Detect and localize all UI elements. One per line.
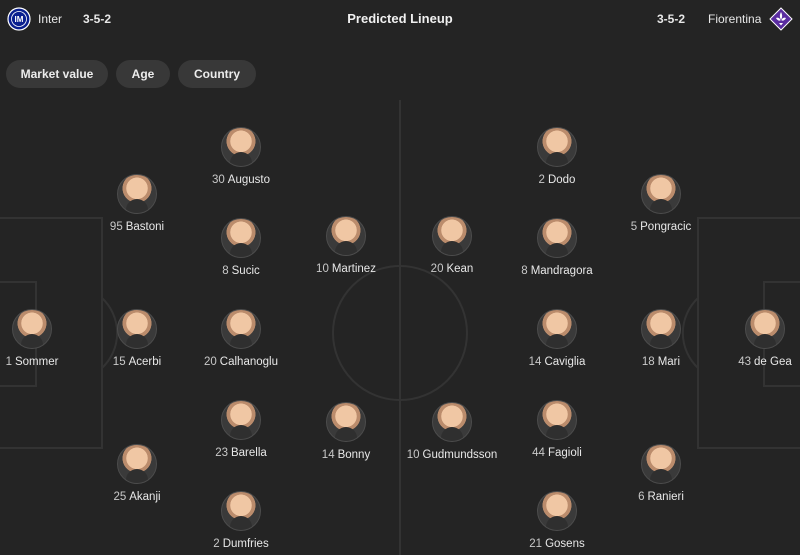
player-avatar xyxy=(641,174,681,214)
player-name: Gudmundsson xyxy=(422,449,498,461)
player-number: 2 xyxy=(213,538,220,550)
player-avatar xyxy=(326,216,366,256)
player-avatar xyxy=(537,127,577,167)
player-number: 6 xyxy=(638,491,645,503)
player-name: Acerbi xyxy=(128,356,162,368)
player-avatar xyxy=(745,309,785,349)
player-number: 30 xyxy=(212,174,225,186)
player-avatar xyxy=(641,444,681,484)
player-name: Caviglia xyxy=(544,356,586,368)
player-number: 20 xyxy=(204,356,217,368)
player-name: Bastoni xyxy=(125,221,165,233)
player-name: Gosens xyxy=(545,538,585,550)
player-number: 95 xyxy=(109,221,123,233)
player-avatar xyxy=(537,309,577,349)
player-number: 10 xyxy=(316,263,329,275)
player-label: 10 Gudmundsson xyxy=(387,449,517,461)
player-card[interactable]: 20 Calhanoglu xyxy=(176,309,306,368)
player-name: Mandragora xyxy=(530,265,593,277)
player-number: 1 xyxy=(5,356,12,368)
player-name: Dodo xyxy=(547,174,576,186)
pitch: 1 Sommer 95 Bastoni 15 Acerbi 25 Akanji 30 Au… xyxy=(0,100,800,555)
player-name: Sommer xyxy=(14,356,59,368)
player-avatar xyxy=(432,216,472,256)
player-number: 15 xyxy=(112,356,126,368)
player-label: 14 Caviglia xyxy=(492,356,622,368)
player-avatar xyxy=(537,218,577,258)
player-label: 2 Dumfries xyxy=(176,538,306,550)
player-card[interactable]: 20 Kean xyxy=(387,216,517,275)
player-avatar xyxy=(326,402,366,442)
player-avatar xyxy=(117,174,157,214)
player-avatar xyxy=(221,400,261,440)
market-value-filter[interactable]: Market value xyxy=(6,60,108,88)
player-number: 43 xyxy=(738,356,752,368)
player-card[interactable]: 14 Caviglia xyxy=(492,309,622,368)
player-number: 2 xyxy=(538,174,545,186)
player-number: 8 xyxy=(222,265,229,277)
player-avatar xyxy=(117,444,157,484)
player-avatar xyxy=(221,127,261,167)
player-avatar xyxy=(432,402,472,442)
player-name: Pongracic xyxy=(640,221,692,233)
player-avatar xyxy=(221,309,261,349)
player-number: 14 xyxy=(528,356,542,368)
player-name: Ranieri xyxy=(647,491,684,503)
player-number: 25 xyxy=(113,491,127,503)
player-label: 21 Gosens xyxy=(492,538,622,550)
player-card[interactable]: 2 Dodo xyxy=(492,127,622,186)
player-card[interactable]: 2 Dumfries xyxy=(176,491,306,550)
player-name: Mari xyxy=(657,356,681,368)
player-avatar xyxy=(12,309,52,349)
player-name: Bonny xyxy=(337,449,371,461)
player-name: Augusto xyxy=(227,174,270,186)
player-avatar xyxy=(537,400,577,440)
player-number: 44 xyxy=(532,447,545,459)
player-card[interactable]: 10 Gudmundsson xyxy=(387,402,517,461)
player-label: 30 Augusto xyxy=(176,174,306,186)
player-name: Barella xyxy=(230,447,267,459)
player-name: Dumfries xyxy=(222,538,269,550)
player-name: Martinez xyxy=(331,263,376,275)
player-name: Fagioli xyxy=(547,447,582,459)
player-number: 23 xyxy=(215,447,228,459)
player-name: Sucic xyxy=(231,265,260,277)
player-label: 20 Calhanoglu xyxy=(176,356,306,368)
player-avatar xyxy=(221,218,261,258)
player-number: 20 xyxy=(430,263,444,275)
player-label: 2 Dodo xyxy=(492,174,622,186)
player-label: 20 Kean xyxy=(387,263,517,275)
player-number: 8 xyxy=(521,265,528,277)
player-card[interactable]: 21 Gosens xyxy=(492,491,622,550)
player-avatar xyxy=(537,491,577,531)
player-name: Akanji xyxy=(129,491,161,503)
player-number: 14 xyxy=(321,449,335,461)
fiorentina-lily-icon[interactable] xyxy=(769,7,793,31)
lineup-header: IM Inter 3-5-2 Predicted Lineup 3-5-2 Fi… xyxy=(0,0,800,40)
player-name: Calhanoglu xyxy=(219,356,278,368)
player-avatar xyxy=(221,491,261,531)
age-filter[interactable]: Age xyxy=(116,60,170,88)
player-name: de Gea xyxy=(754,356,792,368)
player-number: 5 xyxy=(630,221,638,233)
country-filter[interactable]: Country xyxy=(178,60,256,88)
player-number: 10 xyxy=(406,449,420,461)
player-name: Kean xyxy=(446,263,474,275)
player-number: 21 xyxy=(529,538,543,550)
away-formation: 3-5-2 xyxy=(657,12,686,26)
away-team-name[interactable]: Fiorentina xyxy=(708,12,761,26)
player-number: 18 xyxy=(641,356,655,368)
player-card[interactable]: 30 Augusto xyxy=(176,127,306,186)
player-avatar xyxy=(117,309,157,349)
player-avatar xyxy=(641,309,681,349)
